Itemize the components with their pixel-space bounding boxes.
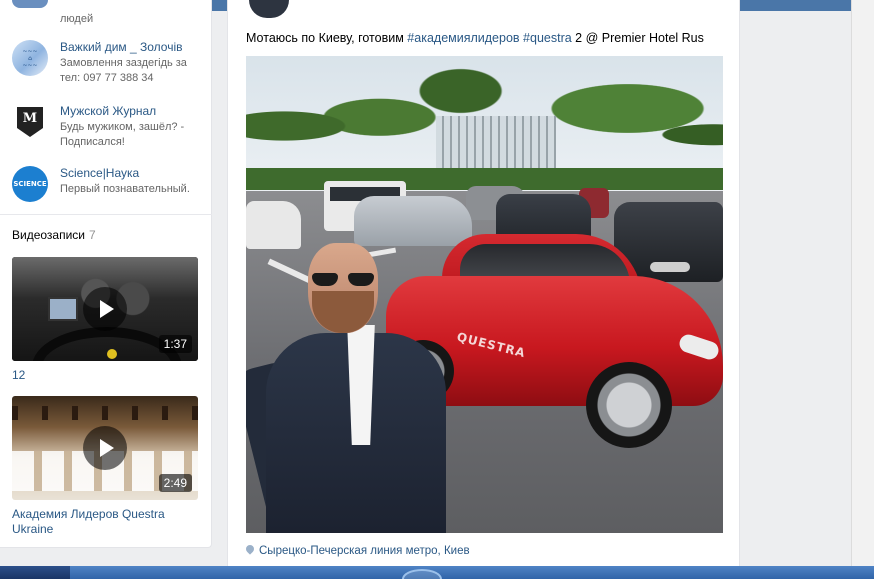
person-selfie [246,243,456,533]
hashtag-link[interactable]: #академиялидеров [407,31,519,45]
post-card: Мотаюсь по Киеву, готовим #академиялидер… [227,0,740,566]
video-thumbnail[interactable]: 1:37 [12,257,198,361]
left-sidebar: людей ~~~ ⌂ ~~~ Важкий дим _ Золочів Замов… [0,0,212,548]
group-name[interactable]: Важкий дим _ Золочів [60,40,183,54]
location-label[interactable]: Сырецко-Печерская линия метро, Киев [259,545,470,557]
post-photo[interactable]: QUESTRA [246,56,723,533]
start-button[interactable] [0,566,70,579]
video-title[interactable]: Академия Лидеров Questra Ukraine [12,507,202,537]
post-text-part: Мотаюсь по Киеву, готовим [246,31,408,45]
taskbar-app-icon[interactable] [402,569,442,579]
hashtag-link[interactable]: #questra [523,31,572,45]
group-desc: Замовлення заздегідь за тел: 097 77 388 … [60,57,187,84]
divider [0,214,212,215]
video-title[interactable]: 12 [12,368,202,383]
video-duration: 2:49 [158,474,192,492]
science-logo-icon[interactable]: SCIENCE [12,166,48,202]
horse-badge [107,349,117,359]
group-desc: Будь мужиком, зашёл? - Подписался! [60,121,185,148]
post-author-avatar[interactable] [249,0,289,18]
dashboard-screen [48,297,78,321]
m-shield-logo-icon[interactable]: M [12,104,48,140]
play-icon[interactable] [83,426,127,470]
sunglasses [312,273,374,287]
post-text: Мотаюсь по Киеву, готовим #академиялидер… [246,31,704,45]
post-location-link[interactable]: Сырецко-Печерская линия метро, Киев [244,543,470,557]
group-desc: Первый познавательный. [60,183,190,195]
group-name[interactable]: Science|Наука [60,166,139,180]
group-avatar-partial[interactable] [12,0,48,8]
videos-header[interactable]: Видеозаписи 7 [12,228,96,242]
os-taskbar [0,566,874,579]
scrollbar-track[interactable] [851,0,874,566]
video-thumbnail[interactable]: 2:49 [12,396,198,500]
parked-car [246,201,301,249]
house-logo-icon[interactable]: ~~~ ⌂ ~~~ [12,40,48,76]
videos-header-label[interactable]: Видеозаписи [12,228,85,242]
play-icon[interactable] [83,287,127,331]
location-pin-icon [244,543,256,555]
video-duration: 1:37 [158,335,192,353]
videos-count: 7 [89,228,96,242]
car-wheel [586,362,672,448]
ceiling-beams [12,406,198,420]
photo-building [436,116,556,171]
group-name[interactable]: Мужской Журнал [60,104,156,118]
group-desc-partial: людей [60,13,94,25]
post-text-part: 2 @ Premier Hotel Rus [571,31,704,45]
